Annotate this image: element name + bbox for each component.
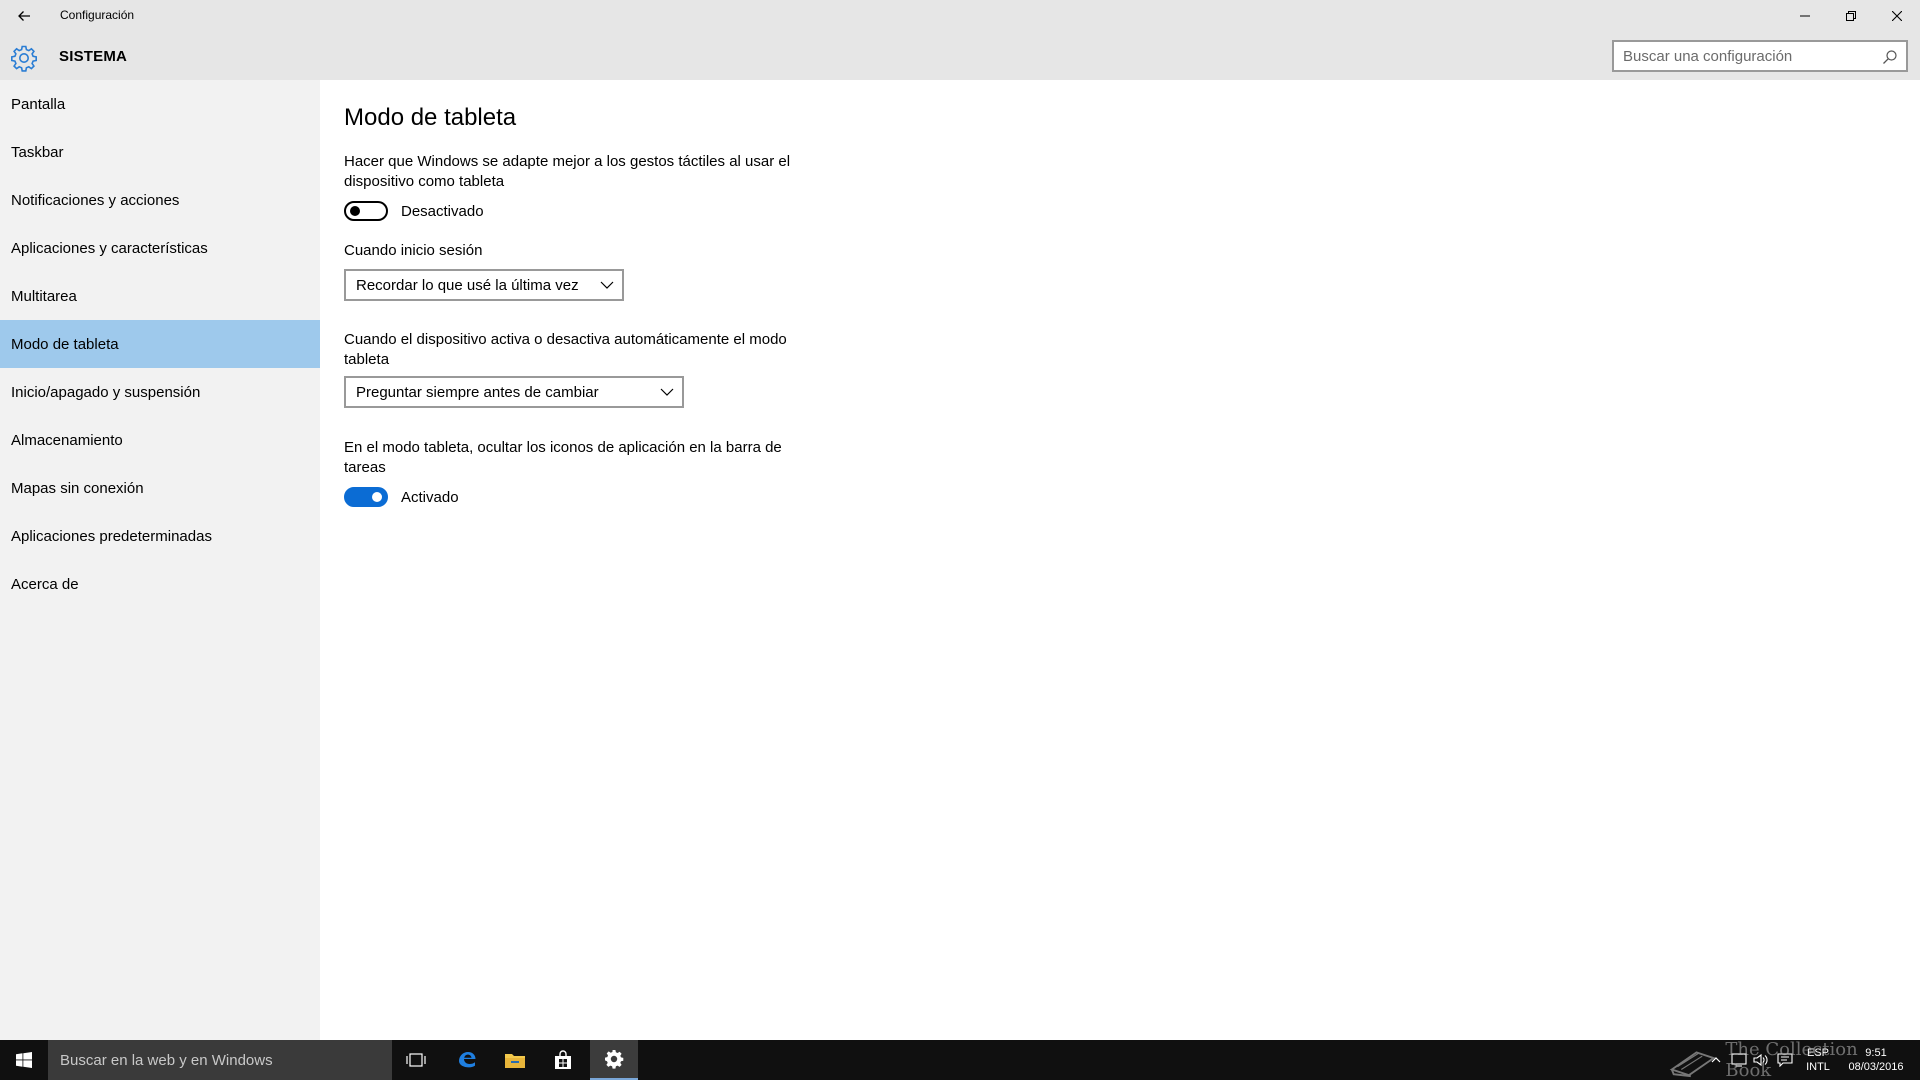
taskbar: Buscar en la web y en Windows ESP INTL 9…: [0, 1040, 1920, 1080]
minimize-button[interactable]: [1782, 0, 1828, 32]
tablet-mode-switch[interactable]: [344, 201, 388, 221]
chevron-down-icon: [600, 281, 614, 289]
sidebar-item-taskbar[interactable]: Taskbar: [0, 128, 320, 176]
sidebar-item-aplicaciones[interactable]: Aplicaciones y características: [0, 224, 320, 272]
auto-switch-dropdown-value: Preguntar siempre antes de cambiar: [356, 383, 599, 401]
gear-icon: [11, 45, 37, 72]
auto-switch-dropdown[interactable]: Preguntar siempre antes de cambiar: [344, 376, 684, 408]
taskbar-search-box[interactable]: Buscar en la web y en Windows: [48, 1040, 392, 1080]
windows-logo-icon: [16, 1052, 32, 1068]
switch-knob: [350, 206, 360, 216]
sidebar-item-inicio-apagado[interactable]: Inicio/apagado y suspensión: [0, 368, 320, 416]
gear-icon: [605, 1050, 624, 1069]
store-bag-icon: [555, 1050, 571, 1069]
search-icon[interactable]: [1882, 49, 1898, 65]
sidebar-item-acerca-de[interactable]: Acerca de: [0, 560, 320, 608]
tablet-mode-toggle[interactable]: Desactivado: [344, 200, 484, 222]
task-view-button[interactable]: [392, 1040, 440, 1080]
page-title: Modo de tableta: [344, 104, 517, 131]
sidebar-item-mapas[interactable]: Mapas sin conexión: [0, 464, 320, 512]
start-button[interactable]: [0, 1040, 48, 1080]
auto-switch-description: Cuando el dispositivo activa o desactiva…: [344, 331, 787, 368]
window-title: Configuración: [60, 8, 135, 22]
title-bar: Configuración SISTEMA: [0, 0, 1920, 80]
close-button[interactable]: [1874, 0, 1920, 32]
book-logo-icon: [1669, 1051, 1716, 1078]
main-content: Modo de tableta Hacer que Windows se ada…: [320, 80, 1920, 1040]
task-view-icon: [406, 1053, 426, 1067]
restore-button[interactable]: [1828, 0, 1874, 32]
sidebar-item-predeterminadas[interactable]: Aplicaciones predeterminadas: [0, 512, 320, 560]
sidebar-item-pantalla[interactable]: Pantalla: [0, 80, 320, 128]
settings-taskbar-button[interactable]: [590, 1040, 638, 1080]
sidebar-item-notificaciones[interactable]: Notificaciones y acciones: [0, 176, 320, 224]
back-arrow-icon: [18, 11, 30, 21]
minimize-icon: [1800, 15, 1810, 17]
watermark: The Collection Book: [1668, 1039, 1900, 1080]
window-title-row: Configuración: [0, 0, 1920, 32]
tablet-mode-description: Hacer que Windows se adapte mejor a los …: [344, 153, 791, 190]
store-button[interactable]: [539, 1040, 587, 1080]
taskbar-search-placeholder: Buscar en la web y en Windows: [60, 1051, 273, 1069]
sidebar-item-modo-tableta[interactable]: Modo de tableta: [0, 320, 320, 368]
back-button[interactable]: [8, 2, 40, 30]
section-title: SISTEMA: [59, 48, 128, 65]
edge-browser-icon: [459, 1052, 476, 1068]
hide-icons-description: En el modo tableta, ocultar los iconos d…: [344, 439, 782, 476]
signin-dropdown-value: Recordar lo que usé la última vez: [356, 276, 579, 294]
sidebar: Pantalla Taskbar Notificaciones y accion…: [0, 80, 320, 1040]
file-explorer-button[interactable]: [491, 1040, 539, 1080]
folder-icon: [505, 1054, 525, 1068]
switch-knob: [372, 492, 382, 502]
hide-icons-state-label: Activado: [401, 488, 459, 506]
watermark-text: The Collection Book: [1725, 1039, 1858, 1080]
hide-icons-toggle[interactable]: Activado: [344, 486, 459, 508]
tablet-mode-state-label: Desactivado: [401, 202, 484, 220]
restore-icon: [1846, 11, 1856, 21]
sidebar-item-multitarea[interactable]: Multitarea: [0, 272, 320, 320]
chevron-down-icon: [660, 388, 674, 396]
close-icon: [1892, 11, 1902, 21]
edge-button[interactable]: [443, 1040, 491, 1080]
signin-dropdown[interactable]: Recordar lo que usé la última vez: [344, 269, 624, 301]
signin-label: Cuando inicio sesión: [344, 242, 483, 259]
hide-icons-switch[interactable]: [344, 487, 388, 507]
settings-search-input[interactable]: [1614, 47, 1874, 65]
sidebar-item-almacenamiento[interactable]: Almacenamiento: [0, 416, 320, 464]
settings-search-box[interactable]: [1612, 40, 1908, 72]
